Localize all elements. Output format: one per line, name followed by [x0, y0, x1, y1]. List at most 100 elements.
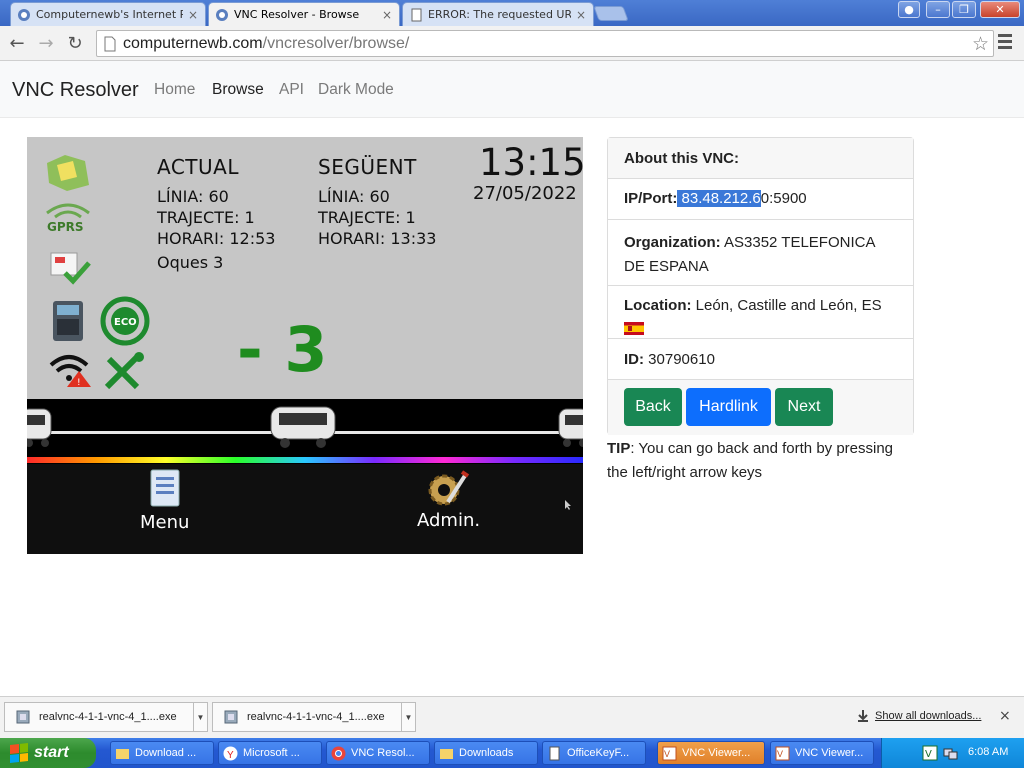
vnc-viewer-icon: V — [775, 746, 790, 760]
vnc-bottom-bar: Menu Admin. — [27, 464, 583, 554]
star-icon[interactable]: ☆ — [972, 33, 989, 55]
next-schedule: HORARI: 13:33 — [318, 229, 437, 248]
new-tab-button[interactable] — [593, 6, 629, 21]
vnc-info-card: About this VNC: IP/Port: 83.48.212.60:59… — [607, 137, 914, 435]
download-shelf: realvnc-4-1-1-vnc-4_1....exe ▼ realvnc-4… — [0, 696, 1024, 738]
close-icon[interactable]: × — [999, 708, 1011, 724]
tip-label: TIP — [607, 440, 631, 457]
spain-flag-icon — [624, 321, 644, 335]
chrome-icon — [331, 746, 346, 760]
site-navbar: VNC Resolver Home Browse API Dark Mode — [0, 61, 1024, 118]
download-item[interactable]: realvnc-4-1-1-vnc-4_1....exe ▼ — [4, 702, 208, 732]
reload-icon[interactable]: ↻ — [63, 31, 87, 55]
browser-toolbar: ← → ↻ computernewb.com /vncresolver/brow… — [0, 26, 1024, 61]
vnc-clock: 13:15 — [479, 141, 583, 184]
eco-icon: ECO — [100, 296, 150, 346]
svg-text:V: V — [664, 749, 670, 759]
site-brand[interactable]: VNC Resolver — [12, 79, 139, 102]
taskbar-item[interactable]: OfficeKeyF... — [542, 741, 646, 765]
window-close-button[interactable]: ✕ — [980, 1, 1020, 18]
address-bar[interactable]: computernewb.com /vncresolver/browse/ ☆ — [96, 30, 994, 57]
next-button[interactable]: Next — [775, 388, 833, 426]
tab-computernewb[interactable]: Computernewb's Internet Pu × — [10, 2, 206, 26]
tab-label: VNC Resolver - Browse — [234, 8, 360, 21]
page-icon — [411, 8, 422, 21]
ip-port-row: IP/Port: 83.48.212.60:5900 — [608, 179, 913, 220]
network-icon[interactable] — [942, 745, 958, 761]
location-value: León, Castille and León, ES — [691, 297, 882, 314]
organization-row: Organization: AS3352 TELEFONICA DE ESPAN… — [608, 220, 913, 286]
taskbar-label: VNC Viewer... — [682, 747, 751, 759]
next-route: TRAJECTE: 1 — [318, 208, 416, 227]
current-stop: Oques 3 — [157, 253, 224, 272]
admin-gear-icon — [428, 470, 470, 506]
ip-selection[interactable]: 83.48.212.6 — [677, 190, 761, 207]
ip-port-value[interactable]: 0:5900 — [761, 190, 807, 207]
close-icon[interactable]: × — [575, 8, 587, 22]
restore-button[interactable]: ❐ — [952, 1, 976, 18]
map-icon — [47, 155, 89, 191]
taskbar-item[interactable]: Y Microsoft ... — [218, 741, 322, 765]
back-arrow-icon[interactable]: ← — [5, 31, 29, 55]
card-header: About this VNC: — [608, 138, 913, 179]
browser-titlebar: Computernewb's Internet Pu × VNC Resolve… — [0, 0, 1024, 26]
eco-label: ECO — [114, 317, 137, 328]
user-icon[interactable]: ● — [898, 1, 920, 18]
taskbar-clock: 6:08 AM — [968, 746, 1009, 758]
globe-icon — [216, 8, 228, 21]
show-all-downloads-link[interactable]: Show all downloads... — [875, 710, 981, 722]
nav-home[interactable]: Home — [154, 81, 195, 99]
globe-icon — [18, 8, 30, 21]
menu-document-icon — [150, 469, 180, 507]
vnc-viewer-icon: V — [662, 746, 677, 760]
page-icon — [104, 36, 116, 51]
id-row: ID: 30790610 — [608, 339, 913, 380]
nav-browse[interactable]: Browse — [212, 81, 264, 99]
close-icon[interactable]: × — [187, 8, 199, 22]
action-buttons-row: Back Hardlink Next — [608, 380, 913, 435]
vnc-date: 27/05/2022 — [473, 183, 577, 204]
back-button[interactable]: Back — [624, 388, 682, 426]
close-icon[interactable]: × — [381, 8, 393, 22]
download-icon — [858, 710, 868, 722]
cursor-icon — [565, 500, 571, 510]
start-label: start — [34, 744, 69, 761]
vnc-tray-icon[interactable]: V — [922, 745, 938, 761]
taskbar-item[interactable]: VNC Resol... — [326, 741, 430, 765]
nav-dark-mode[interactable]: Dark Mode — [318, 81, 394, 99]
svg-text:V: V — [777, 749, 783, 759]
organization-label: Organization: — [624, 234, 721, 251]
nav-api[interactable]: API — [279, 81, 304, 99]
start-button[interactable]: start — [0, 738, 96, 768]
svg-text:Y: Y — [227, 750, 234, 761]
menu-icon[interactable] — [998, 34, 1016, 52]
document-icon — [549, 746, 560, 760]
tab-label: ERROR: The requested URL — [428, 8, 571, 21]
taskbar-item[interactable]: V VNC Viewer... — [770, 741, 874, 765]
minimize-button[interactable]: – — [926, 1, 950, 18]
download-item[interactable]: realvnc-4-1-1-vnc-4_1....exe ▼ — [212, 702, 416, 732]
windows-taskbar: start Download ... Y Microsoft ... VNC Re… — [0, 738, 1024, 768]
tab-vnc-resolver[interactable]: VNC Resolver - Browse × — [208, 2, 400, 26]
svg-text:V: V — [925, 749, 932, 760]
ticket-check-icon — [50, 252, 91, 285]
current-route: TRAJECTE: 1 — [157, 208, 255, 227]
vnc-admin-label: Admin. — [417, 510, 481, 531]
taskbar-item[interactable]: Download ... — [110, 741, 214, 765]
taskbar-label: Download ... — [135, 747, 197, 759]
location-row: Location: León, Castille and León, ES — [608, 286, 913, 339]
taskbar-item[interactable]: V VNC Viewer... — [657, 741, 765, 765]
next-heading: SEGÜENT — [318, 155, 417, 179]
route-track — [27, 399, 583, 465]
current-heading: ACTUAL — [157, 155, 239, 179]
dropdown-icon[interactable]: ▼ — [193, 703, 207, 731]
ip-port-label: IP/Port: — [624, 190, 678, 207]
tab-label: Computernewb's Internet Pu — [36, 8, 183, 21]
dropdown-icon[interactable]: ▼ — [401, 703, 415, 731]
taskbar-item[interactable]: Downloads — [434, 741, 538, 765]
taskbar-label: VNC Resol... — [351, 747, 415, 759]
forward-arrow-icon[interactable]: → — [34, 31, 58, 55]
tab-error[interactable]: ERROR: The requested URL × — [402, 2, 594, 26]
hardlink-button[interactable]: Hardlink — [686, 388, 771, 426]
folder-download-icon — [116, 748, 129, 759]
